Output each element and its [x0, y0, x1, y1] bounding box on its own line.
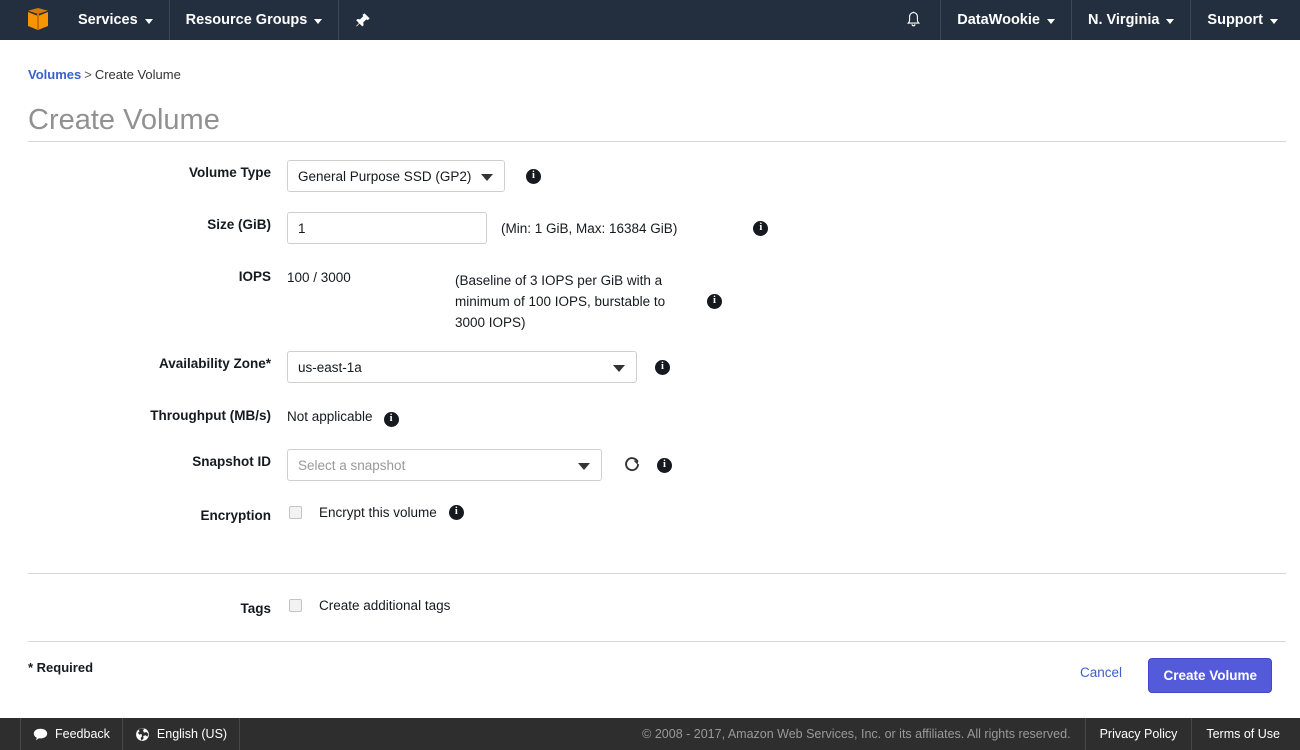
breadcrumb-current: Create Volume: [95, 67, 181, 82]
pushpin-icon: [355, 12, 371, 28]
cancel-button[interactable]: Cancel: [1080, 665, 1122, 680]
chevron-down-icon: [1166, 19, 1174, 24]
aws-logo[interactable]: [0, 0, 62, 40]
snapshot-id-placeholder: Select a snapshot: [298, 458, 405, 473]
services-menu[interactable]: Services: [62, 0, 169, 40]
throughput-value: Not applicable: [287, 403, 373, 424]
language-selector[interactable]: English (US): [123, 718, 240, 750]
size-label: Size (GiB): [0, 212, 287, 232]
title-divider: [28, 141, 1286, 142]
resource-groups-menu-label: Resource Groups: [186, 12, 308, 28]
feedback-label: Feedback: [55, 727, 110, 741]
chevron-down-icon: [578, 463, 590, 470]
volume-type-select[interactable]: General Purpose SSD (GP2): [287, 160, 505, 192]
form-row-iops: IOPS 100 / 3000 (Baseline of 3 IOPS per …: [0, 264, 1300, 333]
form-row-availability-zone: Availability Zone* us-east-1a i: [0, 351, 1300, 383]
tags-label: Tags: [0, 596, 287, 616]
status-bar-right-group: © 2008 - 2017, Amazon Web Services, Inc.…: [628, 718, 1300, 750]
chevron-down-icon: [145, 19, 153, 24]
aws-cube-logo-icon: [28, 8, 48, 32]
required-note: * Required: [28, 660, 93, 675]
volume-type-label: Volume Type: [0, 160, 287, 180]
chevron-down-icon: [1270, 19, 1278, 24]
page-title: Create Volume: [28, 104, 220, 137]
iops-info-icon[interactable]: i: [707, 294, 722, 309]
terms-of-use-link[interactable]: Terms of Use: [1192, 718, 1300, 750]
chevron-down-icon: [613, 365, 625, 372]
chevron-down-icon: [481, 174, 493, 181]
iops-hint: (Baseline of 3 IOPS per GiB with a minim…: [455, 264, 687, 333]
privacy-policy-link[interactable]: Privacy Policy: [1086, 718, 1193, 750]
bell-icon: [905, 11, 922, 29]
breadcrumb: Volumes>Create Volume: [28, 67, 181, 82]
encryption-label: Encryption: [0, 503, 287, 523]
resource-groups-menu[interactable]: Resource Groups: [169, 0, 339, 40]
snapshot-id-select[interactable]: Select a snapshot: [287, 449, 602, 481]
copyright-text: © 2008 - 2017, Amazon Web Services, Inc.…: [628, 718, 1085, 750]
throughput-info-icon[interactable]: i: [384, 412, 399, 427]
chevron-down-icon: [314, 19, 322, 24]
top-nav-left-group: Services Resource Groups: [0, 0, 387, 40]
top-navigation-bar: Services Resource Groups DataWookie: [0, 0, 1300, 40]
globe-icon: [135, 727, 150, 742]
bottom-status-bar: Feedback English (US) © 2008 - 2017, Ama…: [0, 718, 1300, 750]
create-additional-tags-checkbox-label[interactable]: Create additional tags: [319, 598, 450, 613]
breadcrumb-link-volumes[interactable]: Volumes: [28, 67, 81, 82]
region-menu-label: N. Virginia: [1088, 12, 1159, 28]
services-menu-label: Services: [78, 12, 138, 28]
size-info-icon[interactable]: i: [753, 221, 768, 236]
snapshot-id-info-icon[interactable]: i: [657, 458, 672, 473]
iops-label: IOPS: [0, 264, 287, 284]
availability-zone-label: Availability Zone*: [0, 351, 287, 371]
create-volume-button[interactable]: Create Volume: [1148, 658, 1272, 693]
volume-type-info-icon[interactable]: i: [526, 169, 541, 184]
breadcrumb-separator: >: [84, 67, 92, 82]
account-menu-label: DataWookie: [957, 12, 1040, 28]
support-menu[interactable]: Support: [1190, 0, 1300, 40]
actions-divider: [28, 641, 1286, 642]
refresh-icon[interactable]: [623, 456, 641, 474]
feedback-button[interactable]: Feedback: [20, 718, 123, 750]
encrypt-volume-checkbox[interactable]: [289, 506, 302, 519]
availability-zone-select[interactable]: us-east-1a: [287, 351, 637, 383]
form-row-encryption: Encryption Encrypt this volume i: [0, 503, 1300, 523]
encrypt-volume-checkbox-label[interactable]: Encrypt this volume: [319, 505, 437, 520]
size-hint: (Min: 1 GiB, Max: 16384 GiB): [501, 212, 677, 239]
form-row-size: Size (GiB) (Min: 1 GiB, Max: 16384 GiB) …: [0, 212, 1300, 244]
availability-zone-info-icon[interactable]: i: [655, 360, 670, 375]
create-volume-form: Volume Type General Purpose SSD (GP2) i …: [0, 160, 1300, 523]
language-label: English (US): [157, 727, 227, 741]
volume-type-value: General Purpose SSD (GP2): [298, 169, 471, 184]
availability-zone-value: us-east-1a: [298, 360, 362, 375]
chevron-down-icon: [1047, 19, 1055, 24]
form-row-volume-type: Volume Type General Purpose SSD (GP2) i: [0, 160, 1300, 192]
form-row-throughput: Throughput (MB/s) Not applicable i: [0, 403, 1300, 427]
encryption-info-icon[interactable]: i: [449, 505, 464, 520]
support-menu-label: Support: [1207, 12, 1263, 28]
top-nav-right-group: DataWookie N. Virginia Support: [887, 0, 1300, 40]
create-additional-tags-checkbox[interactable]: [289, 599, 302, 612]
throughput-label: Throughput (MB/s): [0, 403, 287, 423]
section-divider: [28, 573, 1286, 574]
pin-shortcut-button[interactable]: [338, 0, 387, 40]
notifications-button[interactable]: [887, 0, 940, 40]
region-menu[interactable]: N. Virginia: [1071, 0, 1190, 40]
account-menu[interactable]: DataWookie: [940, 0, 1071, 40]
speech-bubble-icon: [33, 728, 48, 741]
form-row-snapshot-id: Snapshot ID Select a snapshot i: [0, 449, 1300, 481]
iops-value: 100 / 3000: [287, 264, 455, 285]
size-input[interactable]: [287, 212, 487, 244]
snapshot-id-label: Snapshot ID: [0, 449, 287, 469]
form-row-tags: Tags Create additional tags: [0, 596, 1300, 616]
